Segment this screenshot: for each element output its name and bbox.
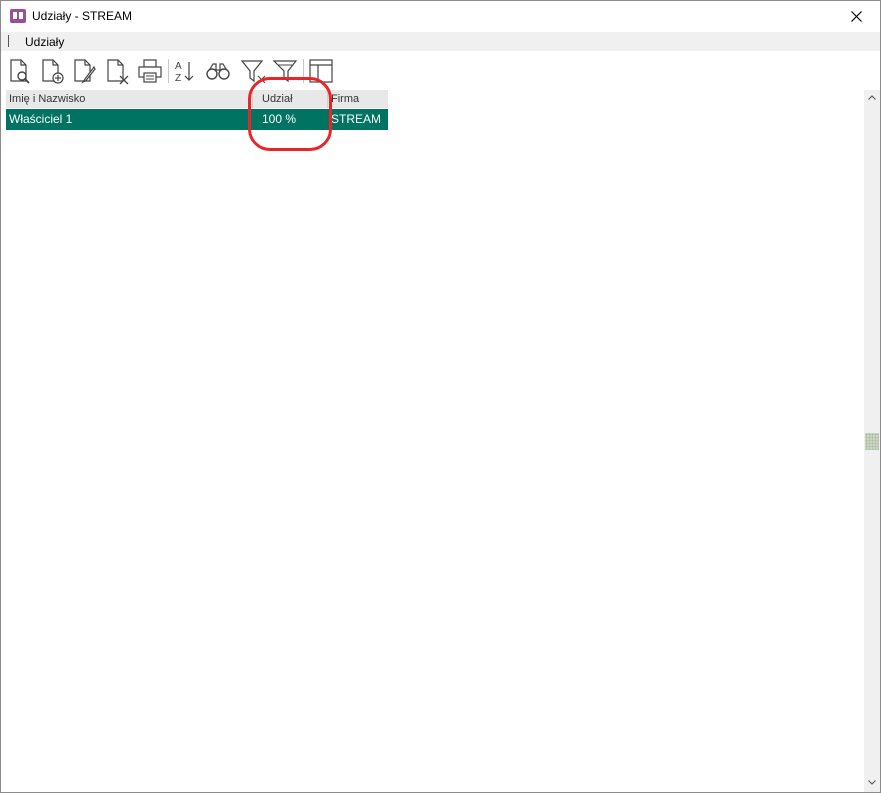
menu-bar: Udziały (1, 32, 880, 51)
window-title: Udziały - STREAM (32, 9, 133, 23)
filter-icon (240, 60, 266, 84)
print-button[interactable] (136, 57, 164, 85)
column-header-name[interactable]: Imię i Nazwisko (6, 90, 253, 108)
scroll-up-button[interactable] (864, 90, 880, 107)
binoculars-icon (206, 63, 230, 80)
delete-document-icon (107, 59, 129, 85)
close-button[interactable] (834, 1, 880, 32)
clear-filter-button[interactable] (271, 57, 299, 85)
menu-grip (8, 35, 9, 47)
cell-share: 100 % (262, 112, 297, 126)
add-button[interactable] (38, 57, 66, 85)
edit-button[interactable] (70, 57, 98, 85)
table-row[interactable]: Właściciel 1 100 % STREAM (6, 109, 388, 130)
data-grid: Imię i Nazwisko Udział Firma Właściciel … (6, 90, 864, 792)
grid-header: Imię i Nazwisko Udział Firma (6, 90, 388, 108)
column-header-share[interactable]: Udział (259, 90, 328, 108)
svg-text:Z: Z (175, 73, 181, 84)
cell-company: STREAM (331, 112, 382, 126)
chevron-up-icon (868, 95, 876, 100)
delete-button[interactable] (103, 57, 131, 85)
clear-filter-icon (272, 60, 298, 83)
toolbar-separator (168, 59, 169, 83)
add-document-icon (42, 59, 64, 84)
columns-button[interactable] (307, 57, 335, 85)
preview-document-icon (10, 59, 30, 84)
menu-item-udzialy[interactable]: Udziały (25, 35, 64, 49)
vertical-scrollbar[interactable] (864, 90, 880, 792)
book-icon (10, 9, 26, 23)
toolbar-separator (303, 59, 304, 83)
edit-document-icon (74, 59, 96, 84)
title-bar: Udziały - STREAM (1, 1, 880, 32)
search-button[interactable] (204, 57, 232, 85)
columns-layout-icon (309, 59, 333, 83)
column-header-company[interactable]: Firma (328, 90, 388, 108)
chevron-down-icon (868, 780, 876, 785)
sort-button[interactable]: A Z (171, 57, 199, 85)
preview-button[interactable] (6, 57, 34, 85)
cell-name: Właściciel 1 (9, 112, 73, 126)
toolbar: A Z (1, 53, 880, 89)
printer-icon (138, 59, 162, 83)
close-icon (851, 11, 862, 22)
app-window: Udziały - STREAM Udziały A Z Imię i Nazw… (0, 0, 881, 793)
svg-text:A: A (175, 61, 182, 72)
filter-button[interactable] (239, 57, 267, 85)
sort-az-icon: A Z (175, 61, 194, 84)
scroll-thumb[interactable] (865, 433, 879, 450)
scroll-down-button[interactable] (864, 775, 880, 792)
